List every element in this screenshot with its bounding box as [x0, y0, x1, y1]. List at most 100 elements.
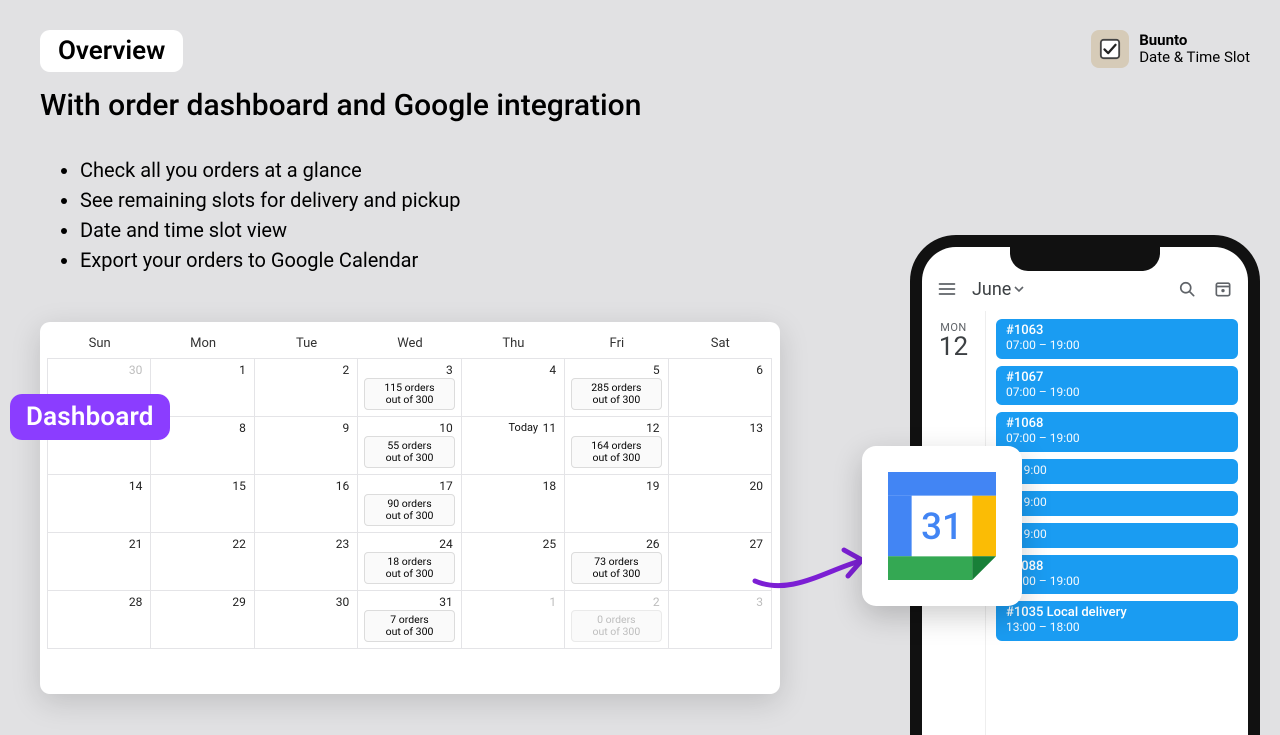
order-count-chip[interactable]: 285 ordersout of 300: [571, 378, 661, 410]
calendar-cell[interactable]: 1790 ordersout of 300: [357, 474, 461, 533]
calendar-cell[interactable]: 6: [668, 358, 772, 417]
calendar-cell[interactable]: 5285 ordersout of 300: [564, 358, 668, 417]
gcal-event[interactable]: #108807:00 – 19:00: [996, 555, 1238, 595]
order-count-chip[interactable]: 90 ordersout of 300: [364, 494, 454, 526]
google-calendar-tile: 31: [862, 446, 1022, 606]
day-number: 6: [756, 363, 763, 377]
checkbox-icon: [1099, 38, 1121, 60]
gcal-topbar: June: [922, 267, 1248, 311]
day-number: 18: [543, 479, 557, 493]
calendar-cell[interactable]: 2418 ordersout of 300: [357, 532, 461, 591]
weekday-header: Thu: [462, 330, 565, 359]
day-number: 26: [646, 537, 660, 551]
calendar-cell[interactable]: 22: [150, 532, 254, 591]
order-count-chip[interactable]: 7 ordersout of 300: [364, 610, 454, 642]
calendar-cell[interactable]: 12164 ordersout of 300: [564, 416, 668, 475]
overview-chip: Overview: [40, 30, 183, 72]
day-number: 30: [336, 595, 350, 609]
calendar-cell[interactable]: 1055 ordersout of 300: [357, 416, 461, 475]
bullet-item: See remaining slots for delivery and pic…: [80, 185, 460, 215]
day-number: 25: [543, 537, 557, 551]
calendar-cell[interactable]: 30: [254, 590, 358, 649]
event-time: 07:00 – 19:00: [1006, 339, 1228, 353]
month-label: June: [972, 279, 1011, 300]
day-number: 23: [336, 537, 350, 551]
dashboard-badge: Dashboard: [10, 394, 170, 440]
day-number: 20: [750, 479, 764, 493]
order-count-chip[interactable]: 73 ordersout of 300: [571, 552, 661, 584]
day-number: 17: [439, 479, 453, 493]
dashboard-calendar: Sun Mon Tue Wed Thu Fri Sat 30123115 ord…: [40, 322, 780, 694]
weekday-header: Fri: [565, 330, 668, 359]
calendar-cell[interactable]: 28: [47, 590, 151, 649]
brand-subtitle: Date & Time Slot: [1139, 49, 1250, 66]
day-number: 31: [439, 595, 453, 609]
event-time: – 19:00: [1006, 496, 1228, 510]
gcal-event[interactable]: – 19:00: [996, 523, 1238, 548]
event-time: – 19:00: [1006, 464, 1228, 478]
order-count-chip[interactable]: 55 ordersout of 300: [364, 436, 454, 468]
calendar-header-row: Sun Mon Tue Wed Thu Fri Sat: [48, 330, 772, 359]
month-dropdown[interactable]: June: [972, 279, 1024, 300]
calendar-cell[interactable]: 23: [254, 532, 358, 591]
calendar-cell[interactable]: 3115 ordersout of 300: [357, 358, 461, 417]
order-count-chip[interactable]: 18 ordersout of 300: [364, 552, 454, 584]
day-number: 16: [336, 479, 350, 493]
gcal-event[interactable]: – 19:00: [996, 491, 1238, 516]
calendar-cell[interactable]: 18: [461, 474, 565, 533]
day-number: 13: [750, 421, 764, 435]
order-count-chip[interactable]: 115 ordersout of 300: [364, 378, 454, 410]
day-number: 19: [646, 479, 660, 493]
gcal-event[interactable]: – 19:00: [996, 459, 1238, 484]
menu-icon[interactable]: [936, 278, 958, 300]
day-number: 9: [343, 421, 350, 435]
calendar-cell[interactable]: 317 ordersout of 300: [357, 590, 461, 649]
calendar-cell[interactable]: 1: [461, 590, 565, 649]
event-time: 07:00 – 19:00: [1006, 386, 1228, 400]
google-calendar-icon: 31: [888, 472, 996, 580]
gcal-event[interactable]: #106807:00 – 19:00: [996, 412, 1238, 452]
gcal-day-of-month: 12: [922, 332, 985, 362]
event-time: 13:00 – 18:00: [1006, 621, 1228, 635]
calendar-cell[interactable]: 21: [47, 532, 151, 591]
calendar-cell[interactable]: 2673 ordersout of 300: [564, 532, 668, 591]
day-number: 8: [239, 421, 246, 435]
day-number: 28: [129, 595, 143, 609]
calendar-cell[interactable]: 15: [150, 474, 254, 533]
brand-text: Buunto Date & Time Slot: [1139, 32, 1250, 67]
brand-lockup: Buunto Date & Time Slot: [1091, 30, 1250, 68]
brand-name: Buunto: [1139, 32, 1250, 49]
calendar-cell[interactable]: 14: [47, 474, 151, 533]
search-icon[interactable]: [1176, 278, 1198, 300]
day-number: 4: [549, 363, 556, 377]
phone-notch: [1010, 245, 1160, 271]
gcal-event[interactable]: #106707:00 – 19:00: [996, 366, 1238, 406]
order-capacity: out of 300: [367, 568, 451, 580]
order-capacity: out of 300: [367, 626, 451, 638]
order-capacity: out of 300: [574, 568, 658, 580]
calendar-cell[interactable]: 16: [254, 474, 358, 533]
headline: With order dashboard and Google integrat…: [40, 88, 641, 123]
calendar-cell[interactable]: 13: [668, 416, 772, 475]
today-icon[interactable]: [1212, 278, 1234, 300]
weekday-header: Mon: [151, 330, 254, 359]
calendar-cell[interactable]: 9: [254, 416, 358, 475]
order-count-chip[interactable]: 0 ordersout of 300: [571, 610, 661, 642]
brand-icon: [1091, 30, 1129, 68]
calendar-cell[interactable]: 29: [150, 590, 254, 649]
day-number: 1: [549, 595, 556, 609]
calendar-cell[interactable]: 2: [254, 358, 358, 417]
calendar-cell[interactable]: 20: [668, 474, 772, 533]
day-number: 1: [239, 363, 246, 377]
calendar-cell[interactable]: 4: [461, 358, 565, 417]
event-title: #1088: [1006, 560, 1228, 575]
bullet-item: Check all you orders at a glance: [80, 155, 460, 185]
calendar-cell[interactable]: 25: [461, 532, 565, 591]
gcal-event[interactable]: #1035 Local delivery13:00 – 18:00: [996, 601, 1238, 641]
gcal-event[interactable]: #106307:00 – 19:00: [996, 319, 1238, 359]
calendar-cell[interactable]: 11Today: [461, 416, 565, 475]
order-count-chip[interactable]: 164 ordersout of 300: [571, 436, 661, 468]
day-number: 5: [653, 363, 660, 377]
calendar-cell[interactable]: 20 ordersout of 300: [564, 590, 668, 649]
calendar-cell[interactable]: 19: [564, 474, 668, 533]
